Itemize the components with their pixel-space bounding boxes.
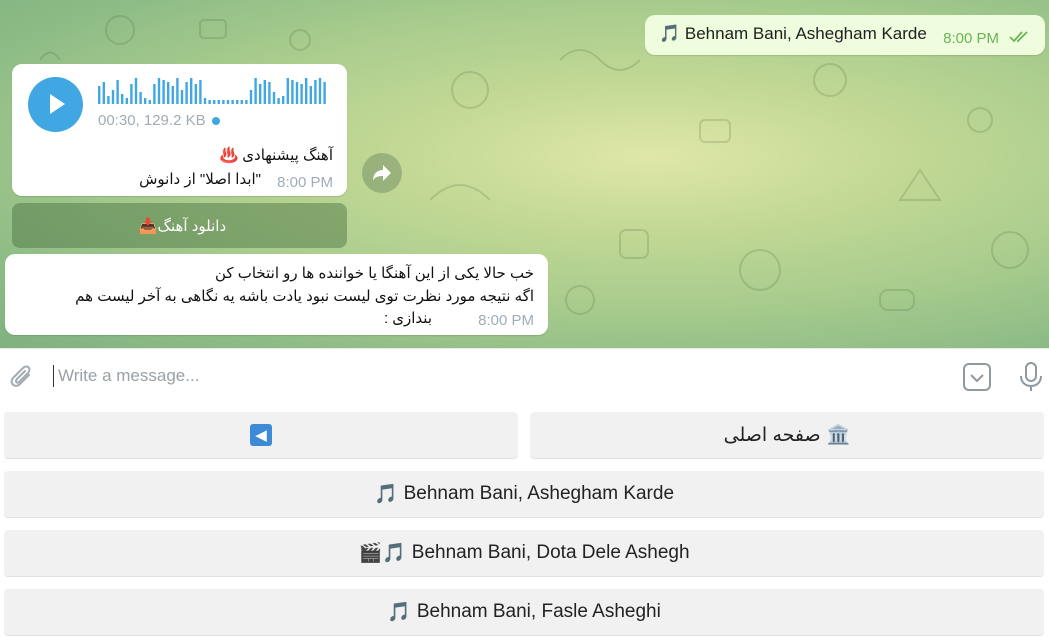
waveform-bar — [125, 98, 128, 104]
waveform-bar — [305, 78, 308, 104]
audio-duration-size: 00:30, 129.2 KB — [98, 112, 206, 129]
message-time: 8:00 PM — [943, 30, 999, 47]
chat-area: 🎵 Behnam Bani, Ashegham Karde 8:00 PM 00… — [0, 0, 1049, 348]
waveform-bar — [162, 80, 165, 104]
waveform-bar — [98, 86, 101, 104]
unplayed-dot — [211, 117, 220, 126]
waveform-bar — [176, 78, 179, 104]
forward-button[interactable] — [362, 153, 402, 193]
incoming-text-message: خب حالا یکی از این آهنگا یا خواننده ها ر… — [5, 254, 548, 335]
home-label: صفحه اصلی — [723, 424, 821, 446]
waveform-bar — [240, 100, 243, 104]
message-compose-bar — [0, 348, 1049, 405]
paperclip-icon[interactable] — [9, 363, 35, 391]
waveform-bar — [130, 84, 133, 104]
waveform-bar — [286, 78, 289, 104]
song-label: Behnam Bani, Fasle Asheghi — [416, 601, 661, 622]
download-label: دانلود آهنگ — [157, 217, 227, 235]
audio-meta: 00:30, 129.2 KB — [98, 112, 220, 129]
waveform-bar — [323, 82, 326, 104]
reply-keyboard: ◀ 🏛️ صفحه اصلی 🎵 Behnam Bani, Ashegham K… — [0, 404, 1049, 642]
message-line: خب حالا یکی از این آهنگا یا خواننده ها ر… — [215, 265, 534, 282]
waveform-bar — [254, 78, 257, 104]
waveform-bar — [111, 90, 115, 104]
waveform-bar — [222, 100, 225, 104]
text-cursor — [53, 365, 54, 387]
audio-message: 00:30, 129.2 KB آهنگ پیشنهادی ♨️ "ابدا ا… — [12, 64, 347, 196]
message-time: 8:00 PM — [478, 312, 534, 329]
waveform-bar — [153, 84, 156, 104]
song-label: Behnam Bani, Dota Dele Ashegh — [411, 542, 690, 563]
waveform-bar — [277, 98, 280, 104]
clapper-music-icon: 🎬🎵 — [358, 543, 406, 564]
song-button-ashegham-karde[interactable]: 🎵 Behnam Bani, Ashegham Karde — [4, 471, 1044, 518]
waveform-bar — [213, 100, 216, 104]
waveform-bar — [272, 92, 276, 104]
message-text: 🎵 Behnam Bani, Ashegham Karde — [659, 24, 927, 43]
music-note-icon: 🎵 — [373, 484, 398, 505]
back-button[interactable]: ◀ — [4, 412, 518, 459]
message-time: 8:00 PM — [277, 174, 333, 191]
message-input[interactable] — [58, 359, 928, 393]
microphone-icon[interactable] — [1019, 362, 1043, 392]
waveform-bar — [314, 80, 317, 104]
waveform-bar — [190, 78, 193, 104]
waveform-bar — [245, 100, 248, 104]
waveform-bar — [249, 90, 253, 104]
play-icon — [50, 94, 65, 114]
waveform-bar — [121, 94, 124, 104]
waveform-bar — [226, 100, 230, 104]
caption-line: "ابدا اصلا" از دانوش — [139, 171, 261, 188]
song-label: Behnam Bani, Ashegham Karde — [403, 483, 675, 504]
song-button-dota-dele-ashegh[interactable]: 🎬🎵 Behnam Bani, Dota Dele Ashegh — [4, 530, 1044, 577]
message-line: اگه نتیجه مورد نظرت توی لیست نبود یادت ب… — [75, 288, 534, 305]
keyboard-toggle-icon[interactable] — [963, 363, 991, 391]
waveform-bar — [203, 98, 207, 104]
waveform-bar — [167, 82, 170, 104]
waveform-bar — [282, 96, 285, 104]
music-note-icon: 🎵 — [387, 602, 411, 623]
left-arrow-icon: ◀ — [250, 424, 272, 446]
waveform-bar — [107, 96, 110, 104]
song-button-fasle-asheghi[interactable]: 🎵 Behnam Bani, Fasle Asheghi — [4, 589, 1044, 636]
waveform[interactable] — [98, 78, 330, 106]
waveform-bar — [144, 98, 147, 104]
forward-icon — [373, 165, 391, 181]
waveform-bar — [263, 80, 266, 104]
waveform-bar — [148, 100, 151, 104]
waveform-bar — [295, 82, 299, 104]
waveform-bar — [180, 90, 184, 104]
waveform-bar — [134, 78, 138, 104]
message-line: بندازی : — [383, 310, 432, 327]
waveform-bar — [231, 100, 234, 104]
play-button[interactable] — [28, 77, 83, 132]
outgoing-message[interactable]: 🎵 Behnam Bani, Ashegham Karde 8:00 PM — [645, 15, 1045, 55]
waveform-bar — [309, 86, 312, 104]
waveform-bar — [259, 84, 262, 104]
waveform-bar — [185, 82, 188, 104]
waveform-bar — [194, 84, 197, 104]
caption-line: آهنگ پیشنهادی ♨️ — [219, 147, 333, 164]
waveform-bar — [139, 92, 142, 104]
waveform-bar — [171, 86, 174, 104]
waveform-bar — [268, 82, 271, 104]
waveform-bar — [157, 78, 161, 104]
waveform-bar — [300, 84, 303, 104]
waveform-bar — [236, 100, 239, 104]
double-check-icon — [1009, 31, 1028, 43]
waveform-bar — [217, 100, 220, 104]
waveform-bar — [291, 80, 294, 104]
waveform-bar — [208, 100, 211, 104]
classical-building-icon: 🏛️ — [826, 425, 851, 446]
waveform-bar — [199, 80, 202, 104]
inbox-tray-icon: 📥 — [138, 217, 158, 235]
home-button[interactable]: 🏛️ صفحه اصلی — [530, 412, 1044, 459]
waveform-bar — [116, 80, 119, 104]
waveform-bar — [102, 82, 105, 104]
waveform-bar — [318, 78, 322, 104]
download-song-button[interactable]: دانلود آهنگ 📥 — [12, 203, 347, 248]
